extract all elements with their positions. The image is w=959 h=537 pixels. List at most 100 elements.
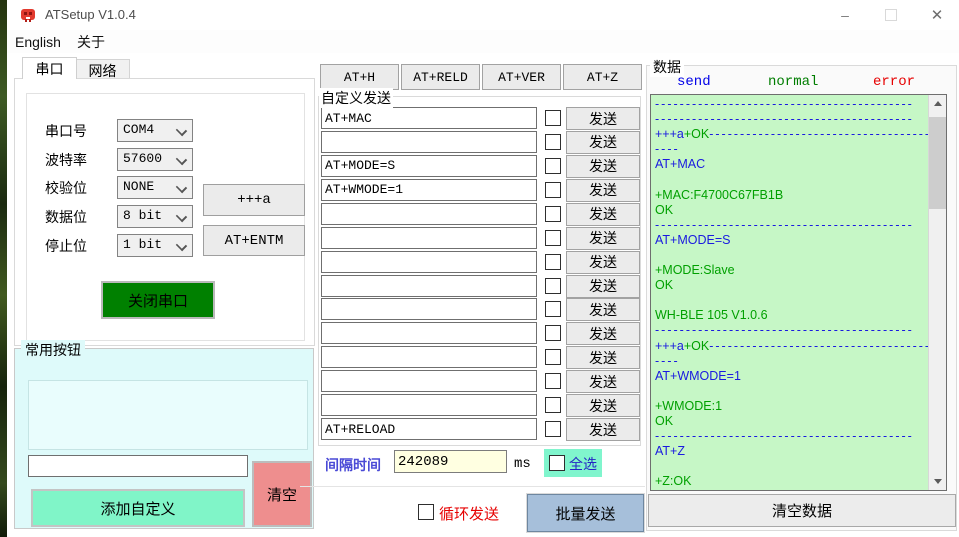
log-line: ----------------------------------------…	[655, 323, 925, 338]
send-button[interactable]: 发送	[566, 155, 640, 178]
log-line: +++a+OK---------------------------------…	[655, 127, 925, 142]
send-button[interactable]: 发送	[566, 298, 640, 321]
loop-send-checkbox[interactable]	[418, 504, 434, 520]
custom-send-checkbox[interactable]	[545, 397, 561, 413]
custom-send-checkbox[interactable]	[545, 325, 561, 341]
scrollbar-thumb[interactable]	[929, 117, 946, 209]
send-button[interactable]: 发送	[566, 418, 640, 441]
clear-common-button[interactable]: 清空	[252, 461, 312, 527]
custom-send-input[interactable]	[321, 418, 537, 440]
custom-send-checkbox[interactable]	[545, 421, 561, 437]
custom-send-row: 发送	[321, 275, 639, 297]
maximize-button[interactable]	[868, 0, 914, 30]
log-line: WH-BLE 105 V1.0.6	[655, 308, 925, 323]
data-log-area[interactable]: ----------------------------------------…	[650, 94, 947, 491]
custom-send-checkbox[interactable]	[545, 110, 561, 126]
custom-send-checkbox[interactable]	[545, 349, 561, 365]
send-button[interactable]: 发送	[566, 275, 640, 298]
log-line	[655, 248, 925, 263]
batch-send-button[interactable]: 批量发送	[527, 494, 644, 532]
field-label: 数据位	[45, 207, 87, 227]
add-custom-button[interactable]: 添加自定义	[31, 489, 245, 527]
custom-send-input[interactable]	[321, 179, 537, 201]
select-all-checkbox[interactable]	[549, 455, 565, 471]
field-dropdown[interactable]: 8 bit	[117, 205, 193, 228]
custom-send-input[interactable]	[321, 107, 537, 129]
interval-unit-label: ms	[514, 456, 531, 472]
custom-send-input[interactable]	[321, 346, 537, 368]
legend-normal: normal	[768, 74, 818, 90]
close-serial-port-button[interactable]: 关闭串口	[101, 281, 215, 319]
field-dropdown[interactable]: COM4	[117, 119, 193, 142]
custom-send-checkbox[interactable]	[545, 254, 561, 270]
custom-send-row: 发送	[321, 394, 639, 416]
send-button[interactable]: 发送	[566, 346, 640, 369]
custom-send-checkbox[interactable]	[545, 182, 561, 198]
close-button[interactable]: ✕	[914, 0, 959, 30]
custom-send-input[interactable]	[321, 155, 537, 177]
chevron-down-icon	[176, 240, 187, 251]
custom-send-row: 发送	[321, 418, 639, 440]
custom-send-row: 发送	[321, 155, 639, 177]
custom-send-checkbox[interactable]	[545, 373, 561, 389]
send-button[interactable]: 发送	[566, 322, 640, 345]
custom-send-checkbox[interactable]	[545, 301, 561, 317]
send-button[interactable]: 发送	[566, 227, 640, 250]
log-line: AT+MODE=S	[655, 233, 925, 248]
send-button[interactable]: 发送	[566, 203, 640, 226]
custom-send-input[interactable]	[321, 394, 537, 416]
at-entm-button[interactable]: AT+ENTM	[203, 225, 305, 256]
custom-send-input[interactable]	[321, 322, 537, 344]
field-label: 停止位	[45, 236, 87, 256]
custom-send-input[interactable]	[321, 203, 537, 225]
quick-button-atz[interactable]: AT+Z	[563, 64, 642, 90]
custom-send-input[interactable]	[321, 275, 537, 297]
common-buttons-list[interactable]	[28, 380, 308, 450]
dropdown-value: 8 bit	[123, 208, 162, 223]
custom-send-checkbox[interactable]	[545, 206, 561, 222]
common-button-name-input[interactable]	[28, 455, 248, 477]
log-line: OK	[655, 414, 925, 429]
custom-send-input[interactable]	[321, 251, 537, 273]
send-button[interactable]: 发送	[566, 394, 640, 417]
serial-field-row: 波特率57600	[45, 148, 295, 169]
custom-send-input[interactable]	[321, 370, 537, 392]
quick-button-atver[interactable]: AT+VER	[482, 64, 561, 90]
send-button[interactable]: 发送	[566, 179, 640, 202]
minimize-button[interactable]: –	[822, 0, 868, 30]
custom-send-input[interactable]	[321, 227, 537, 249]
send-button[interactable]: 发送	[566, 251, 640, 274]
send-button[interactable]: 发送	[566, 107, 640, 130]
custom-send-row: 发送	[321, 346, 639, 368]
tab-serial[interactable]: 串口	[22, 57, 77, 79]
custom-send-checkbox[interactable]	[545, 158, 561, 174]
custom-send-checkbox[interactable]	[545, 278, 561, 294]
quick-button-atreld[interactable]: AT+RELD	[401, 64, 480, 90]
custom-send-row: 发送	[321, 370, 639, 392]
scroll-up-icon[interactable]	[929, 95, 946, 112]
clear-data-button[interactable]: 清空数据	[648, 494, 956, 527]
scroll-down-icon[interactable]	[929, 473, 946, 490]
field-dropdown[interactable]: NONE	[117, 176, 193, 199]
menu-item-about[interactable]: 关于	[77, 32, 105, 52]
title-bar: ATSetup V1.0.4 – ✕	[7, 0, 959, 30]
data-group-title: 数据	[650, 57, 684, 77]
custom-send-input[interactable]	[321, 298, 537, 320]
log-line: +MODE:Slave	[655, 263, 925, 278]
separator-line	[300, 486, 645, 487]
dropdown-value: 1 bit	[123, 237, 162, 252]
custom-send-input[interactable]	[321, 131, 537, 153]
plus-plus-plus-a-button[interactable]: +++a	[203, 184, 305, 216]
send-button[interactable]: 发送	[566, 131, 640, 154]
custom-send-checkbox[interactable]	[545, 230, 561, 246]
menu-bar: English 关于	[7, 30, 959, 53]
field-dropdown[interactable]: 1 bit	[117, 234, 193, 257]
log-scrollbar[interactable]	[928, 95, 946, 490]
menu-item-english[interactable]: English	[15, 32, 61, 52]
send-button[interactable]: 发送	[566, 370, 640, 393]
custom-send-checkbox[interactable]	[545, 134, 561, 150]
log-line	[655, 293, 925, 308]
field-dropdown[interactable]: 57600	[117, 148, 193, 171]
interval-time-input[interactable]	[394, 450, 507, 473]
quick-button-ath[interactable]: AT+H	[320, 64, 399, 90]
